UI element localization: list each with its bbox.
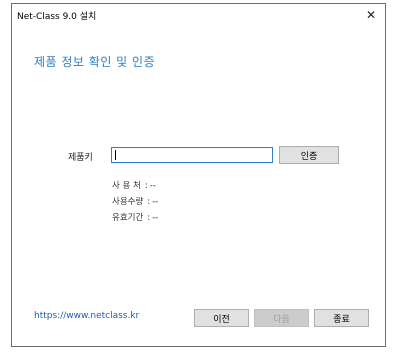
product-key-label: 제품키 — [68, 153, 93, 163]
title-bar: Net-Class 9.0 설치 ✕ — [12, 4, 385, 29]
info-row-valid-period: 유효기간: -- — [112, 213, 159, 223]
next-button[interactable]: 다음 — [254, 309, 309, 327]
info-label-usage-place: 사 용 처 — [112, 181, 141, 191]
text-caret — [115, 150, 116, 160]
info-value-usage-quantity: -- — [152, 197, 159, 207]
window-title: Net-Class 9.0 설치 — [17, 12, 97, 22]
info-value-usage-place: -- — [149, 181, 156, 191]
page-heading: 제품 정보 확인 및 인증 — [34, 55, 156, 69]
info-label-usage-quantity: 사용수량 — [112, 197, 144, 207]
product-key-input[interactable] — [111, 147, 273, 163]
exit-button[interactable]: 종료 — [314, 309, 369, 327]
close-icon[interactable]: ✕ — [357, 4, 385, 26]
info-row-usage-place: 사 용 처: -- — [112, 181, 156, 191]
info-label-valid-period: 유효기간 — [112, 213, 144, 223]
info-value-valid-period: -- — [152, 213, 159, 223]
info-row-usage-quantity: 사용수량: -- — [112, 197, 159, 207]
installer-window: Net-Class 9.0 설치 ✕ 제품 정보 확인 및 인증 제품키 인증 … — [11, 3, 386, 347]
prev-button[interactable]: 이전 — [194, 309, 249, 327]
authenticate-button[interactable]: 인증 — [279, 146, 339, 164]
website-link[interactable]: https://www.netclass.kr — [34, 311, 139, 321]
